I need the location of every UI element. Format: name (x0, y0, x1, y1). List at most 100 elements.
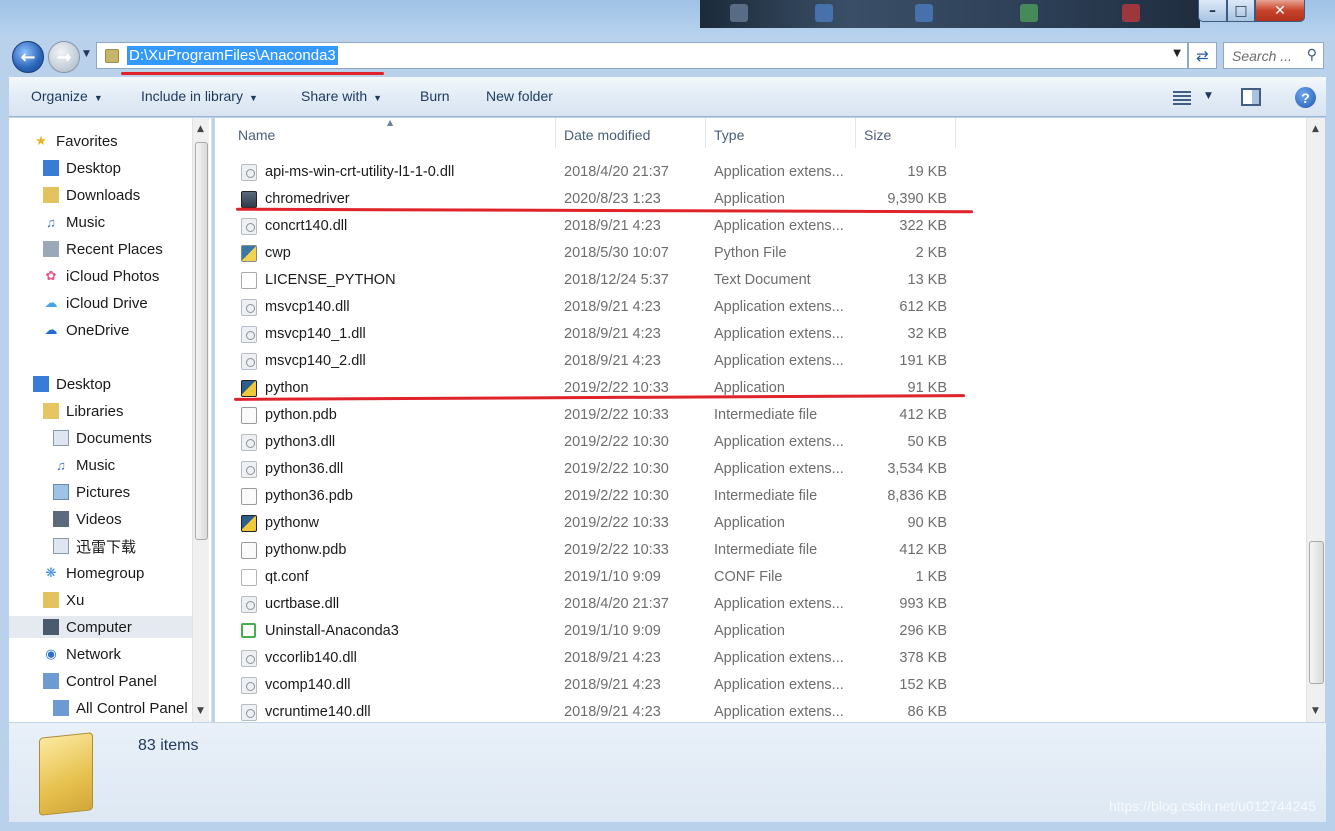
doc-file-icon (241, 272, 257, 289)
recent-pages-dropdown[interactable]: ▼ (83, 49, 90, 59)
file-row[interactable]: qt.conf 2019/1/10 9:09 CONF File 1 KB (215, 564, 955, 591)
file-date-modified: 2019/1/10 9:09 (564, 623, 661, 639)
include-in-library-button[interactable]: Include in library ▼ (141, 88, 258, 104)
column-header-name[interactable]: Name (238, 127, 275, 147)
scroll-up-icon[interactable]: ▲ (1312, 124, 1319, 134)
nav-item-onedrive[interactable]: ☁ OneDrive (43, 319, 130, 341)
nav-item-all-control-panel[interactable]: All Control Panel (53, 697, 188, 719)
file-row[interactable]: LICENSE_PYTHON 2018/12/24 5:37 Text Docume… (215, 267, 955, 294)
nav-item-icloud-photos[interactable]: ✿ iCloud Photos (43, 265, 160, 287)
file-name: python36.dll (265, 461, 344, 477)
file-row[interactable]: vcomp140.dll 2018/9/21 4:23 Application ex… (215, 672, 955, 699)
file-row[interactable]: Uninstall-Anaconda3 2019/1/10 9:09 Applica… (215, 618, 955, 645)
file-list-scrollbar[interactable]: ▲ ▼ (1306, 118, 1325, 722)
maximize-button[interactable]: □ (1227, 0, 1255, 22)
nav-item-desktop-root[interactable]: Desktop (33, 373, 111, 395)
nav-item-xu[interactable]: Xu (43, 589, 84, 611)
help-icon[interactable]: ? (1295, 87, 1316, 108)
nav-item-recent-places[interactable]: Recent Places (43, 238, 163, 260)
nav-item-downloads[interactable]: Downloads (43, 184, 140, 206)
music-icon: ♫ (56, 457, 66, 473)
close-button[interactable]: ✕ (1255, 0, 1305, 22)
file-row[interactable]: concrt140.dll 2018/9/21 4:23 Application e… (215, 213, 955, 240)
file-row[interactable]: ucrtbase.dll 2018/4/20 21:37 Application e… (215, 591, 955, 618)
chevron-down-icon[interactable]: ▼ (1173, 48, 1181, 59)
file-row[interactable]: vcruntime140.dll 2018/9/21 4:23 Applicatio… (215, 699, 955, 722)
nav-label: 迅雷下载 (76, 537, 137, 556)
file-date-modified: 2019/2/22 10:30 (564, 488, 669, 504)
column-divider[interactable] (705, 118, 706, 148)
chevron-down-icon[interactable]: ▼ (1205, 91, 1212, 101)
file-size: 3,534 KB (887, 461, 947, 477)
nav-item-computer[interactable]: Computer (9, 616, 192, 638)
file-type: Application extens... (714, 650, 844, 666)
file-size: 2 KB (915, 245, 947, 261)
documents-icon (53, 430, 69, 446)
nav-item-favorites[interactable]: ★ Favorites (33, 130, 118, 152)
nav-item-music-library[interactable]: ♫ Music (53, 454, 115, 476)
file-row[interactable]: msvcp140_2.dll 2018/9/21 4:23 Application … (215, 348, 955, 375)
scroll-down-icon[interactable]: ▼ (1312, 706, 1319, 716)
app-icon (1020, 4, 1038, 22)
nav-item-xunlei[interactable]: 迅雷下载 (53, 535, 136, 557)
pdb-file-icon (241, 542, 257, 559)
nav-item-desktop[interactable]: Desktop (43, 157, 121, 179)
nav-label: iCloud Drive (66, 294, 148, 312)
views-icon[interactable] (1173, 89, 1191, 105)
column-divider[interactable] (855, 118, 856, 148)
scroll-thumb[interactable] (195, 142, 208, 540)
preview-pane-icon[interactable] (1241, 88, 1261, 106)
nav-item-icloud-drive[interactable]: ☁ iCloud Drive (43, 292, 148, 314)
nav-item-music[interactable]: ♫ Music (43, 211, 105, 233)
file-row[interactable]: python36.dll 2019/2/22 10:30 Application e… (215, 456, 955, 483)
file-size: 86 KB (907, 704, 948, 720)
file-name: cwp (265, 245, 291, 261)
file-type: Python File (714, 245, 787, 261)
scroll-up-icon[interactable]: ▲ (197, 124, 204, 134)
column-header-date-modified[interactable]: Date modified (564, 127, 650, 147)
column-divider[interactable] (955, 118, 956, 148)
file-row[interactable]: vccorlib140.dll 2018/9/21 4:23 Application… (215, 645, 955, 672)
file-name: api-ms-win-crt-utility-l1-1-0.dll (265, 164, 455, 180)
nav-item-pictures[interactable]: Pictures (53, 481, 130, 503)
scroll-down-icon[interactable]: ▼ (197, 706, 204, 716)
search-input[interactable]: Search ... ⚲ (1223, 42, 1324, 69)
nav-item-network[interactable]: ◉ Network (43, 643, 121, 665)
nav-scrollbar[interactable]: ▲ ▼ (192, 118, 209, 722)
py-file-icon (241, 245, 257, 262)
column-divider[interactable] (555, 118, 556, 148)
file-row[interactable]: python.pdb 2019/2/22 10:33 Intermediate fi… (215, 402, 955, 429)
share-with-button[interactable]: Share with ▼ (301, 88, 382, 104)
file-row[interactable]: msvcp140_1.dll 2018/9/21 4:23 Application … (215, 321, 955, 348)
forward-button[interactable]: → (48, 41, 80, 73)
address-bar[interactable]: D:\XuProgramFiles\Anaconda3 ▼ (96, 42, 1188, 69)
nav-item-libraries[interactable]: Libraries (43, 400, 124, 422)
file-row[interactable]: python3.dll 2019/2/22 10:30 Application ex… (215, 429, 955, 456)
minimize-button[interactable]: – (1198, 0, 1227, 22)
dll-file-icon (241, 164, 257, 181)
file-row[interactable]: api-ms-win-crt-utility-l1-1-0.dll 2018/4/… (215, 159, 955, 186)
nav-item-homegroup[interactable]: ❋ Homegroup (43, 562, 145, 584)
nav-item-videos[interactable]: Videos (53, 508, 122, 530)
file-row[interactable]: pythonw 2019/2/22 10:33 Application 90 KB (215, 510, 955, 537)
file-row[interactable]: msvcp140.dll 2018/9/21 4:23 Application ex… (215, 294, 955, 321)
file-row[interactable]: python36.pdb 2019/2/22 10:30 Intermediate … (215, 483, 955, 510)
file-date-modified: 2018/9/21 4:23 (564, 650, 661, 666)
column-header-size[interactable]: Size (864, 127, 891, 147)
new-folder-button[interactable]: New folder (486, 88, 553, 104)
scroll-thumb[interactable] (1309, 541, 1324, 684)
file-type: Application extens... (714, 299, 844, 315)
address-path[interactable]: D:\XuProgramFiles\Anaconda3 (127, 46, 338, 65)
file-name: python (265, 380, 309, 396)
nav-item-documents[interactable]: Documents (53, 427, 152, 449)
refresh-button[interactable]: ⇄ (1188, 42, 1217, 69)
back-button[interactable]: ← (12, 41, 44, 73)
file-row[interactable]: pythonw.pdb 2019/2/22 10:33 Intermediate f… (215, 537, 955, 564)
burn-button[interactable]: Burn (420, 88, 450, 104)
file-date-modified: 2018/12/24 5:37 (564, 272, 669, 288)
column-header-type[interactable]: Type (714, 127, 744, 147)
nav-item-control-panel[interactable]: Control Panel (43, 670, 157, 692)
organize-button[interactable]: Organize ▼ (31, 88, 103, 104)
file-size: 322 KB (899, 218, 947, 234)
file-row[interactable]: cwp 2018/5/30 10:07 Python File 2 KB (215, 240, 955, 267)
